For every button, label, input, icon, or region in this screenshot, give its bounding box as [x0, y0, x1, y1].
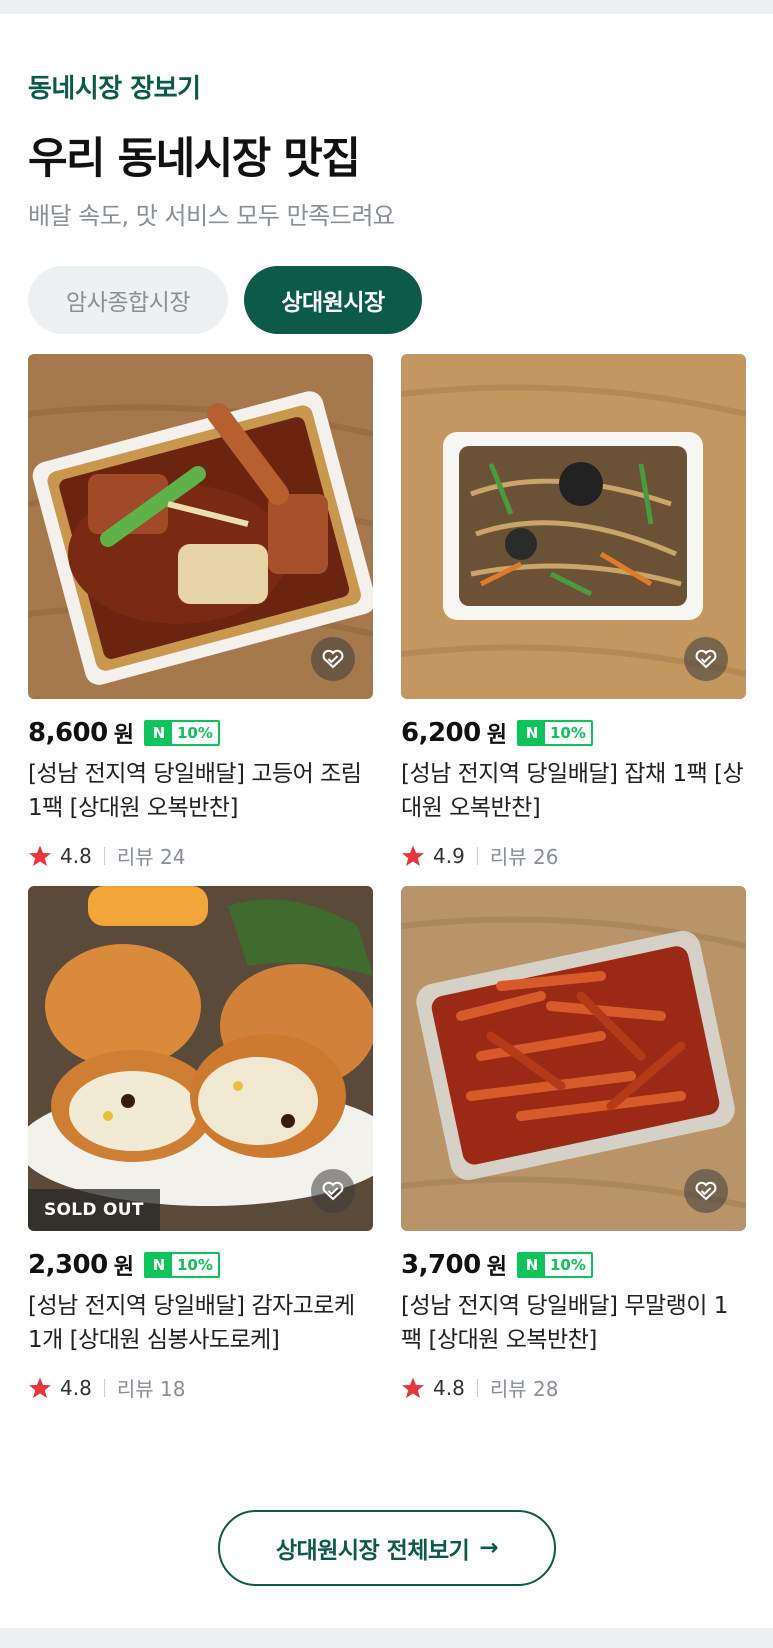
rating-row: 4.9 리뷰 26 — [401, 841, 746, 870]
npay-discount-badge: N 10% — [144, 720, 220, 746]
product-name[interactable]: [성남 전지역 당일배달] 무말랭이 1팩 [상대원 오복반찬] — [401, 1289, 746, 1357]
chip-amsa-market[interactable]: 암사종합시장 — [28, 266, 228, 334]
rating-row: 4.8 리뷰 24 — [28, 841, 373, 870]
divider — [476, 846, 478, 865]
npay-icon: N — [519, 722, 545, 744]
section-eyebrow: 동네시장 장보기 — [28, 74, 201, 104]
currency-unit: 원 — [486, 723, 507, 748]
price-row: 3,700 원 N 10% — [401, 1249, 746, 1281]
discount-percent: 10% — [177, 724, 213, 742]
product-price: 2,300 — [28, 1250, 108, 1280]
heart-icon — [695, 649, 717, 669]
rating-row: 4.8 리뷰 28 — [401, 1373, 746, 1402]
divider — [103, 1378, 105, 1397]
rating-score: 4.8 — [60, 843, 92, 868]
discount-percent: 10% — [550, 724, 586, 742]
npay-discount-badge: N 10% — [517, 720, 593, 746]
wishlist-heart-button[interactable] — [684, 637, 728, 681]
product-price: 8,600 — [28, 718, 108, 748]
product-price: 3,700 — [401, 1250, 481, 1280]
product-image[interactable] — [401, 886, 746, 1231]
currency-unit: 원 — [113, 1255, 134, 1280]
rating-score: 4.9 — [433, 843, 465, 868]
star-icon — [29, 845, 51, 866]
heart-icon — [322, 1181, 344, 1201]
npay-icon: N — [519, 1254, 545, 1276]
discount-percent: 10% — [550, 1256, 586, 1274]
star-icon — [402, 845, 424, 866]
currency-unit: 원 — [486, 1255, 507, 1280]
arrow-right-icon: → — [479, 1535, 499, 1561]
product-image[interactable] — [401, 354, 746, 699]
section-subtitle: 배달 속도, 맛 서비스 모두 만족드려요 — [28, 202, 395, 230]
discount-percent: 10% — [177, 1256, 213, 1274]
product-image[interactable] — [28, 354, 373, 699]
star-icon — [402, 1377, 424, 1398]
price-row: 8,600 원 N 10% — [28, 717, 373, 749]
product-name[interactable]: [성남 전지역 당일배달] 잡채 1팩 [상대원 오복반찬] — [401, 757, 746, 825]
product-card[interactable]: 3,700 원 N 10% [성남 전지역 당일배달] 무말랭이 1팩 [상대원 오… — [401, 886, 746, 1402]
product-image[interactable]: SOLD OUT — [28, 886, 373, 1231]
chip-sangdaewon-market[interactable]: 상대원시장 — [244, 266, 422, 334]
divider — [476, 1378, 478, 1397]
wishlist-heart-button[interactable] — [311, 1169, 355, 1213]
npay-discount-badge: N 10% — [517, 1252, 593, 1278]
npay-discount-badge: N 10% — [144, 1252, 220, 1278]
product-price: 6,200 — [401, 718, 481, 748]
review-label: 리뷰 24 — [116, 845, 186, 869]
product-name[interactable]: [성남 전지역 당일배달] 고등어 조림 1팩 [상대원 오복반찬] — [28, 757, 373, 825]
review-label: 리뷰 18 — [116, 1377, 186, 1401]
rating-score: 4.8 — [60, 1375, 92, 1400]
sold-out-label: SOLD OUT — [28, 1189, 160, 1231]
heart-icon — [695, 1181, 717, 1201]
rating-score: 4.8 — [433, 1375, 465, 1400]
product-card[interactable]: SOLD OUT 2,300 원 N 10% [성남 전지역 당일배달] 감자고로케… — [28, 886, 373, 1402]
review-label: 리뷰 28 — [489, 1377, 559, 1401]
market-chip-group: 암사종합시장 상대원시장 — [28, 266, 422, 334]
price-row: 2,300 원 N 10% — [28, 1249, 373, 1281]
product-card[interactable]: 6,200 원 N 10% [성남 전지역 당일배달] 잡채 1팩 [상대원 오복반… — [401, 354, 746, 870]
market-section: 동네시장 장보기 우리 동네시장 맛집 배달 속도, 맛 서비스 모두 만족드려… — [0, 14, 773, 1628]
section-title: 우리 동네시장 맛집 — [28, 134, 361, 184]
currency-unit: 원 — [113, 723, 134, 748]
review-label: 리뷰 26 — [489, 845, 559, 869]
npay-icon: N — [146, 722, 172, 744]
wishlist-heart-button[interactable] — [311, 637, 355, 681]
star-icon — [29, 1377, 51, 1398]
view-all-label: 상대원시장 전체보기 — [275, 1538, 470, 1564]
price-row: 6,200 원 N 10% — [401, 717, 746, 749]
npay-icon: N — [146, 1254, 172, 1276]
view-all-button[interactable]: 상대원시장 전체보기 → — [218, 1510, 556, 1586]
heart-icon — [322, 649, 344, 669]
divider — [103, 846, 105, 865]
product-name[interactable]: [성남 전지역 당일배달] 감자고로케 1개 [상대원 심봉사도로케] — [28, 1289, 373, 1357]
product-card[interactable]: 8,600 원 N 10% [성남 전지역 당일배달] 고등어 조림 1팩 [상대원… — [28, 354, 373, 870]
rating-row: 4.8 리뷰 18 — [28, 1373, 373, 1402]
wishlist-heart-button[interactable] — [684, 1169, 728, 1213]
